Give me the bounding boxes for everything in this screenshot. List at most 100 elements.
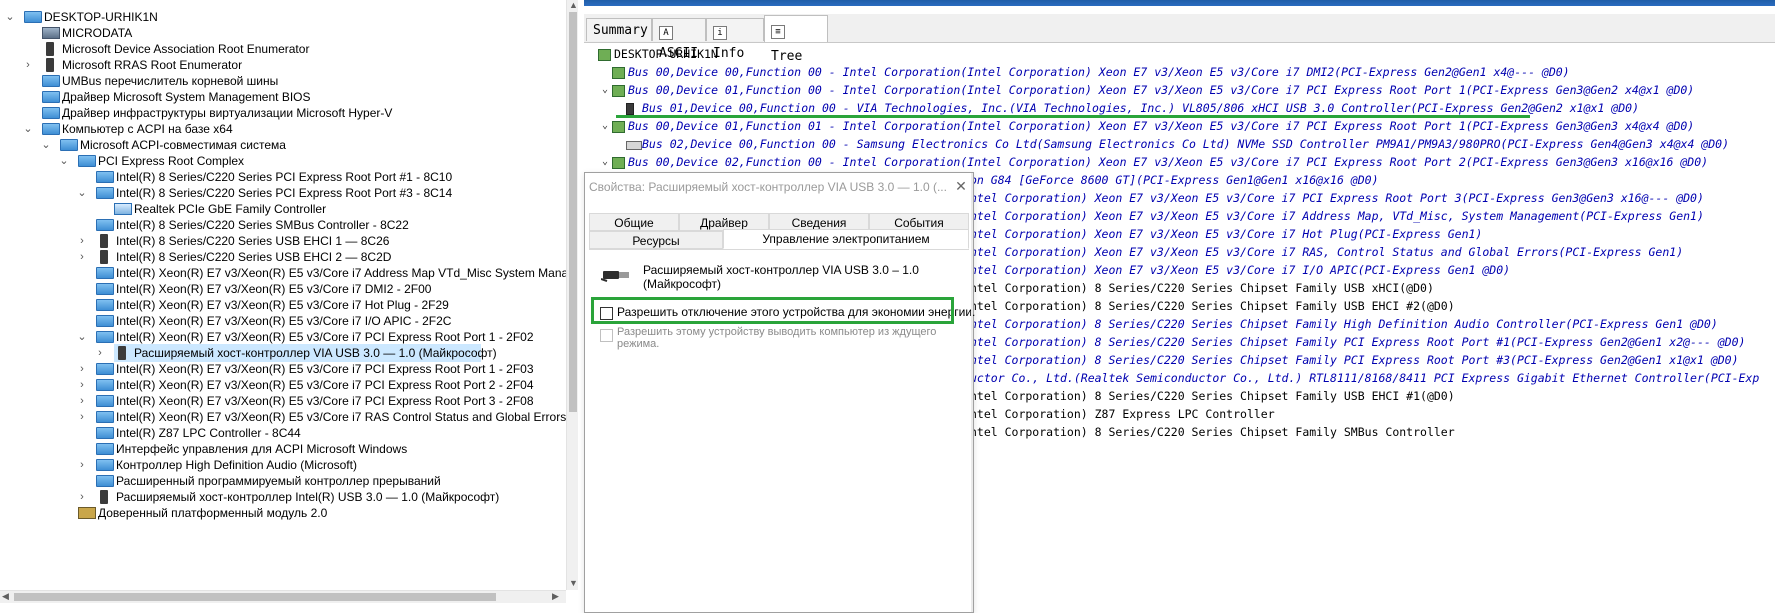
tab-ascii[interactable]: AASCII bbox=[652, 18, 706, 61]
computer-icon bbox=[96, 315, 114, 327]
pci-tree-line-text: ntel Corporation) 8 Series/C220 Series C… bbox=[970, 299, 1455, 313]
ssd-device-icon bbox=[626, 141, 642, 150]
computer-icon bbox=[96, 475, 114, 487]
tree-item-label: MICRODATA bbox=[62, 26, 133, 40]
tree-item-label: UMBus перечислитель корневой шины bbox=[62, 74, 279, 88]
pci-tree-line-text: DESKTOP-URHIK1N bbox=[614, 47, 718, 61]
computer-icon bbox=[96, 171, 114, 183]
tree-item-label: Драйвер Microsoft System Management BIOS bbox=[62, 90, 311, 104]
computer-icon bbox=[96, 331, 114, 343]
usb-icon bbox=[118, 346, 126, 360]
tab-power-management[interactable]: Управление электропитанием bbox=[723, 229, 969, 249]
scroll-up-arrow-icon[interactable]: ▲ bbox=[569, 0, 578, 10]
pci-tree-line-text: Bus 02,Device 00,Function 00 - Samsung E… bbox=[642, 137, 1730, 151]
tree-item-label: Intel(R) Xeon(R) E7 v3/Xeon(R) E5 v3/Cor… bbox=[116, 330, 534, 344]
computer-icon bbox=[96, 411, 114, 423]
pci-tree-line-text: Bus 00,Device 00,Function 00 - Intel Cor… bbox=[628, 65, 1570, 79]
chevron-down-icon[interactable]: ⌄ bbox=[76, 184, 88, 202]
chevron-down-icon[interactable]: ⌄ bbox=[40, 136, 52, 154]
chevron-down-icon[interactable]: ⌄ bbox=[76, 328, 88, 346]
chevron-down-icon[interactable]: ⌄ bbox=[22, 120, 34, 138]
tree-item-label: PCI Express Root Complex bbox=[98, 154, 245, 168]
tree-item-label: Расширенный программируемый контроллер п… bbox=[116, 474, 441, 488]
allow-wake-checkbox[interactable] bbox=[600, 329, 613, 342]
scroll-right-arrow-icon[interactable]: ▶ bbox=[552, 591, 559, 602]
tab-driver-label: Драйвер bbox=[700, 216, 748, 230]
pci-device-icon bbox=[612, 67, 625, 79]
pci-tree-line-text: uctor Co., Ltd.(Realtek Semiconductor Co… bbox=[970, 371, 1760, 385]
pci-tree-line-text: ntel Corporation) 8 Series/C220 Series C… bbox=[970, 389, 1455, 403]
properties-dialog: Свойства: Расширяемый хост-контроллер VI… bbox=[584, 172, 975, 613]
tree-item-label: DESKTOP-URHIK1N bbox=[44, 10, 158, 24]
computer-icon bbox=[42, 91, 60, 103]
computer-icon bbox=[96, 379, 114, 391]
usb-icon bbox=[100, 250, 108, 264]
tab-general[interactable]: Общие bbox=[589, 213, 679, 231]
tree-item-label: Microsoft Device Association Root Enumer… bbox=[62, 42, 310, 56]
tree-item-label: Intel(R) 8 Series/C220 Series USB EHCI 1… bbox=[116, 234, 390, 248]
vertical-scrollbar[interactable]: ▲ ▼ bbox=[566, 0, 578, 590]
tree-item-label: Компьютер с ACPI на базе x64 bbox=[62, 122, 233, 136]
dialog-title: Свойства: Расширяемый хост-контроллер VI… bbox=[589, 180, 947, 194]
tree-item-label: Intel(R) Xeon(R) E7 v3/Xeon(R) E5 v3/Cor… bbox=[116, 394, 534, 408]
tab-info-icon: i bbox=[713, 26, 727, 40]
computer-icon bbox=[96, 443, 114, 455]
pc-device-icon bbox=[598, 49, 611, 61]
tree-item-label: Intel(R) Xeon(R) E7 v3/Xeon(R) E5 v3/Cor… bbox=[116, 362, 534, 376]
tree-item-label: Intel(R) Xeon(R) E7 v3/Xeon(R) E5 v3/Cor… bbox=[116, 282, 432, 296]
dialog-edge bbox=[971, 173, 973, 612]
tree-item-label: Intel(R) Xeon(R) E7 v3/Xeon(R) E5 v3/Cor… bbox=[116, 410, 566, 424]
pci-tree-line-text: ntel Corporation) Xeon E7 v3/Xeon E5 v3/… bbox=[970, 263, 1511, 277]
tab-resources-label: Ресурсы bbox=[632, 234, 680, 248]
computer-icon bbox=[78, 155, 96, 167]
pci-tree-line-text: ntel Corporation) 8 Series/C220 Series C… bbox=[970, 353, 1739, 367]
tab-resources[interactable]: Ресурсы bbox=[589, 231, 723, 249]
tab-label: Summary bbox=[593, 23, 648, 38]
dialog-titlebar[interactable]: Свойства: Расширяемый хост-контроллер VI… bbox=[585, 173, 973, 201]
chevron-down-icon[interactable]: ⌄ bbox=[600, 81, 610, 99]
allow-wake-label: Разрешить этому устройству выводить комп… bbox=[617, 326, 937, 350]
tab-ascii-icon: A bbox=[659, 26, 673, 40]
tree-item-label: Realtek PCIe GbE Family Controller bbox=[134, 202, 327, 216]
tab-summary[interactable]: Summary bbox=[586, 18, 652, 41]
vertical-scroll-thumb[interactable] bbox=[569, 12, 577, 412]
device-name: Расширяемый хост-контроллер VIA USB 3.0 … bbox=[643, 263, 919, 291]
usb-icon bbox=[46, 58, 54, 72]
horizontal-scrollbar[interactable]: ◀ ▶ bbox=[0, 590, 566, 603]
device-tree[interactable]: ⌄ DESKTOP-URHIK1N MICRODATA Microsoft Devic… bbox=[0, 8, 566, 588]
pci-tree-line-text: ntel Corporation) Xeon E7 v3/Xeon E5 v3/… bbox=[970, 245, 1684, 259]
highlight-underline bbox=[616, 115, 1530, 118]
pci-tree-line-text: ntel Corporation) 8 Series/C220 Series C… bbox=[970, 425, 1455, 439]
pci-tree-line-text: ntel Corporation) Xeon E7 v3/Xeon E5 v3/… bbox=[970, 209, 1704, 223]
tab-panel-border bbox=[589, 249, 969, 250]
tree-item-label: Microsoft RRAS Root Enumerator bbox=[62, 58, 243, 72]
scroll-down-arrow-icon[interactable]: ▼ bbox=[569, 578, 578, 588]
horizontal-scroll-thumb[interactable] bbox=[14, 593, 496, 601]
allow-power-off-checkbox[interactable] bbox=[600, 307, 613, 320]
computer-icon bbox=[42, 107, 60, 119]
computer-icon bbox=[96, 299, 114, 311]
tree-item[interactable]: Доверенный платформенный модуль 2.0 bbox=[78, 504, 327, 522]
computer-icon bbox=[96, 427, 114, 439]
tab-info[interactable]: iInfo bbox=[706, 18, 764, 61]
chevron-down-icon[interactable]: ⌄ bbox=[600, 153, 610, 171]
computer-icon bbox=[24, 11, 42, 23]
close-icon[interactable]: ✕ bbox=[953, 178, 969, 194]
chevron-down-icon[interactable]: ⌄ bbox=[58, 152, 70, 170]
pci-tree-line-text: Bus 00,Device 01,Function 00 - Intel Cor… bbox=[628, 83, 1695, 97]
chevron-down-icon[interactable]: ⌄ bbox=[600, 117, 610, 135]
tree-item-label: Расширяемый хост-контроллер Intel(R) USB… bbox=[116, 490, 500, 504]
pci-device-icon bbox=[612, 85, 625, 97]
tree-item-label: Контроллер High Definition Audio (Micros… bbox=[116, 458, 357, 472]
tab-tree[interactable]: ≡Tree bbox=[764, 15, 828, 64]
scroll-left-arrow-icon[interactable]: ◀ bbox=[2, 591, 9, 602]
chevron-down-icon[interactable]: ⌄ bbox=[4, 8, 16, 26]
usb-plug-icon bbox=[601, 271, 629, 282]
usb-icon bbox=[46, 42, 54, 56]
computer-icon bbox=[96, 459, 114, 471]
tree-item-label: Intel(R) Xeon(R) E7 v3/Xeon(R) E5 v3/Cor… bbox=[116, 298, 449, 312]
tree-item-label: Intel(R) 8 Series/C220 Series USB EHCI 2… bbox=[116, 250, 392, 264]
chip-icon bbox=[78, 507, 96, 519]
computer-icon bbox=[96, 219, 114, 231]
computer-icon bbox=[42, 123, 60, 135]
